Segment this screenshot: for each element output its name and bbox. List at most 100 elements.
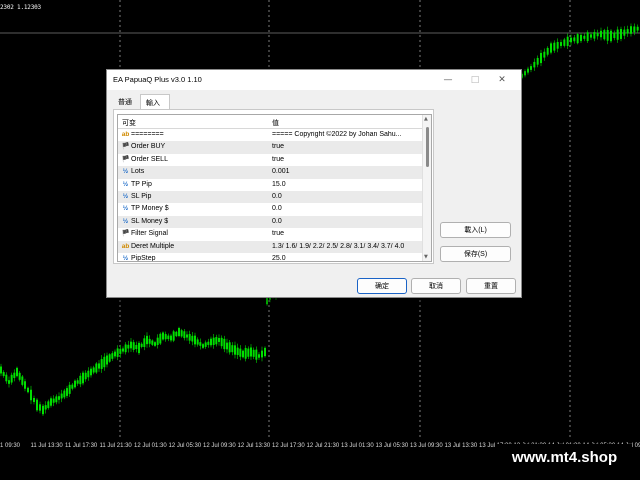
param-value[interactable]: 1.3/ 1.6/ 1.9/ 2.2/ 2.5/ 2.8/ 3.1/ 3.4/ … xyxy=(272,243,422,250)
time-axis-label: 13 Jul 01:30 xyxy=(341,443,374,449)
param-row[interactable]: ½ PipStep 25.0 xyxy=(118,253,424,262)
candle-body xyxy=(33,398,35,402)
scroll-up-icon[interactable]: ▲ xyxy=(424,116,428,122)
param-value[interactable]: 0.001 xyxy=(272,168,422,175)
candle-body xyxy=(570,37,572,43)
param-value[interactable]: 0.0 xyxy=(272,193,422,200)
param-value[interactable]: 15.0 xyxy=(272,181,422,188)
param-value[interactable]: 0.0 xyxy=(272,218,422,225)
candle-body xyxy=(178,328,180,336)
candle-body xyxy=(543,51,546,58)
candle-body xyxy=(58,396,60,400)
candle-body xyxy=(42,405,44,415)
tab-inputs[interactable]: 輸入 xyxy=(140,94,170,110)
candle-body xyxy=(151,340,154,345)
candle-body xyxy=(573,37,576,42)
candle-body xyxy=(13,372,16,378)
scroll-down-icon[interactable]: ▼ xyxy=(424,254,428,260)
param-row[interactable]: ½ SL Pip 0.0 xyxy=(118,190,424,204)
candle-body xyxy=(202,344,204,348)
candle-body xyxy=(593,32,596,39)
candle-body xyxy=(90,368,92,376)
candle-body xyxy=(596,33,599,37)
candle-body xyxy=(546,47,549,55)
candle-body xyxy=(162,332,164,340)
candle-body xyxy=(247,348,250,357)
param-row[interactable]: ½ SL Money $ 0.0 xyxy=(118,215,424,229)
candle-body xyxy=(220,337,223,347)
reset-button[interactable]: 重置 xyxy=(466,278,516,294)
number-icon: ½ xyxy=(122,254,129,262)
candle-body xyxy=(610,30,612,42)
param-name: Order BUY xyxy=(131,143,166,151)
maximize-button[interactable]: □ xyxy=(462,70,488,90)
param-value[interactable]: true xyxy=(272,230,422,237)
time-axis-label: 12 Jul 17:30 xyxy=(272,443,305,449)
dialog-titlebar[interactable]: EA PapuaQ Plus v3.0 1.10 — □ ✕ xyxy=(107,70,521,90)
candle-body xyxy=(576,34,579,44)
candle-body xyxy=(530,66,532,70)
time-axis-label: 11 Jul 17:30 xyxy=(65,443,98,449)
param-value[interactable]: 0.0 xyxy=(272,205,422,212)
param-row[interactable]: 🏴 Filter Signal true xyxy=(118,228,424,240)
time-axis-label: 12 Jul 09:30 xyxy=(203,443,236,449)
param-row[interactable]: ½ Lots 0.001 xyxy=(118,166,424,179)
candle-body xyxy=(536,57,539,65)
ok-button[interactable]: 确定 xyxy=(357,278,407,294)
candle-body xyxy=(524,71,526,76)
candle-body xyxy=(199,342,202,346)
param-value[interactable]: 25.0 xyxy=(272,255,422,261)
load-button[interactable]: 載入(L) xyxy=(440,222,511,238)
param-row[interactable]: ½ TP Money $ 0.0 xyxy=(118,203,424,215)
param-row[interactable]: ab ======== ===== Copyright ©2022 by Johan… xyxy=(118,129,424,141)
param-name: Filter Signal xyxy=(131,230,168,238)
candle-body xyxy=(264,347,266,357)
cancel-button[interactable]: 取消 xyxy=(411,278,461,294)
candle-body xyxy=(180,330,183,337)
candle-body xyxy=(527,68,529,73)
param-value[interactable]: ===== Copyright ©2022 by Johan Sahu... xyxy=(272,131,422,138)
candle-body xyxy=(27,387,29,393)
tab-common[interactable]: 普通 xyxy=(113,94,139,109)
param-value[interactable]: true xyxy=(272,156,422,163)
candle-body xyxy=(50,398,52,406)
candle-body xyxy=(36,399,38,411)
column-header-variable[interactable]: 可变 xyxy=(122,118,136,128)
string-icon: ab xyxy=(121,242,130,250)
column-header-value[interactable]: 值 xyxy=(272,118,279,128)
candle-body xyxy=(63,390,66,398)
candle-body xyxy=(119,348,122,354)
save-button[interactable]: 保存(S) xyxy=(440,246,511,262)
scrollbar-thumb[interactable] xyxy=(426,127,429,167)
param-value[interactable]: true xyxy=(272,143,422,150)
candle-body xyxy=(540,52,542,64)
bool-icon: 🏴 xyxy=(121,230,130,238)
candle-body xyxy=(252,349,255,357)
candle-body xyxy=(76,380,79,384)
grid-header: 可变 值 xyxy=(118,115,431,129)
param-name: TP Pip xyxy=(131,180,152,188)
candle-body xyxy=(630,26,632,34)
param-name: SL Pip xyxy=(131,192,152,200)
candle-body xyxy=(566,36,569,46)
time-axis-label: 13 Jul 09:30 xyxy=(410,443,443,449)
candle-body xyxy=(84,372,87,380)
grid-scrollbar[interactable]: ▲ ▼ xyxy=(422,115,431,261)
candle-body xyxy=(183,331,186,339)
param-row[interactable]: ab Deret Multiple 1.3/ 1.6/ 1.9/ 2.2/ 2.5/… xyxy=(118,240,424,253)
candle-body xyxy=(255,349,258,360)
close-button[interactable]: ✕ xyxy=(489,70,515,90)
param-row[interactable]: 🏴 Order BUY true xyxy=(118,141,424,154)
candle-body xyxy=(215,337,218,345)
param-name: TP Money $ xyxy=(131,205,169,213)
candle-body xyxy=(21,376,24,385)
candle-body xyxy=(0,366,2,374)
candle-body xyxy=(204,342,207,347)
minimize-button[interactable]: — xyxy=(435,70,461,90)
candle-body xyxy=(114,351,116,357)
candle-body xyxy=(39,404,41,411)
candle-body xyxy=(5,374,8,382)
param-row[interactable]: 🏴 Order SELL true xyxy=(118,154,424,166)
param-row[interactable]: ½ TP Pip 15.0 xyxy=(118,179,424,191)
number-icon: ½ xyxy=(122,168,129,176)
